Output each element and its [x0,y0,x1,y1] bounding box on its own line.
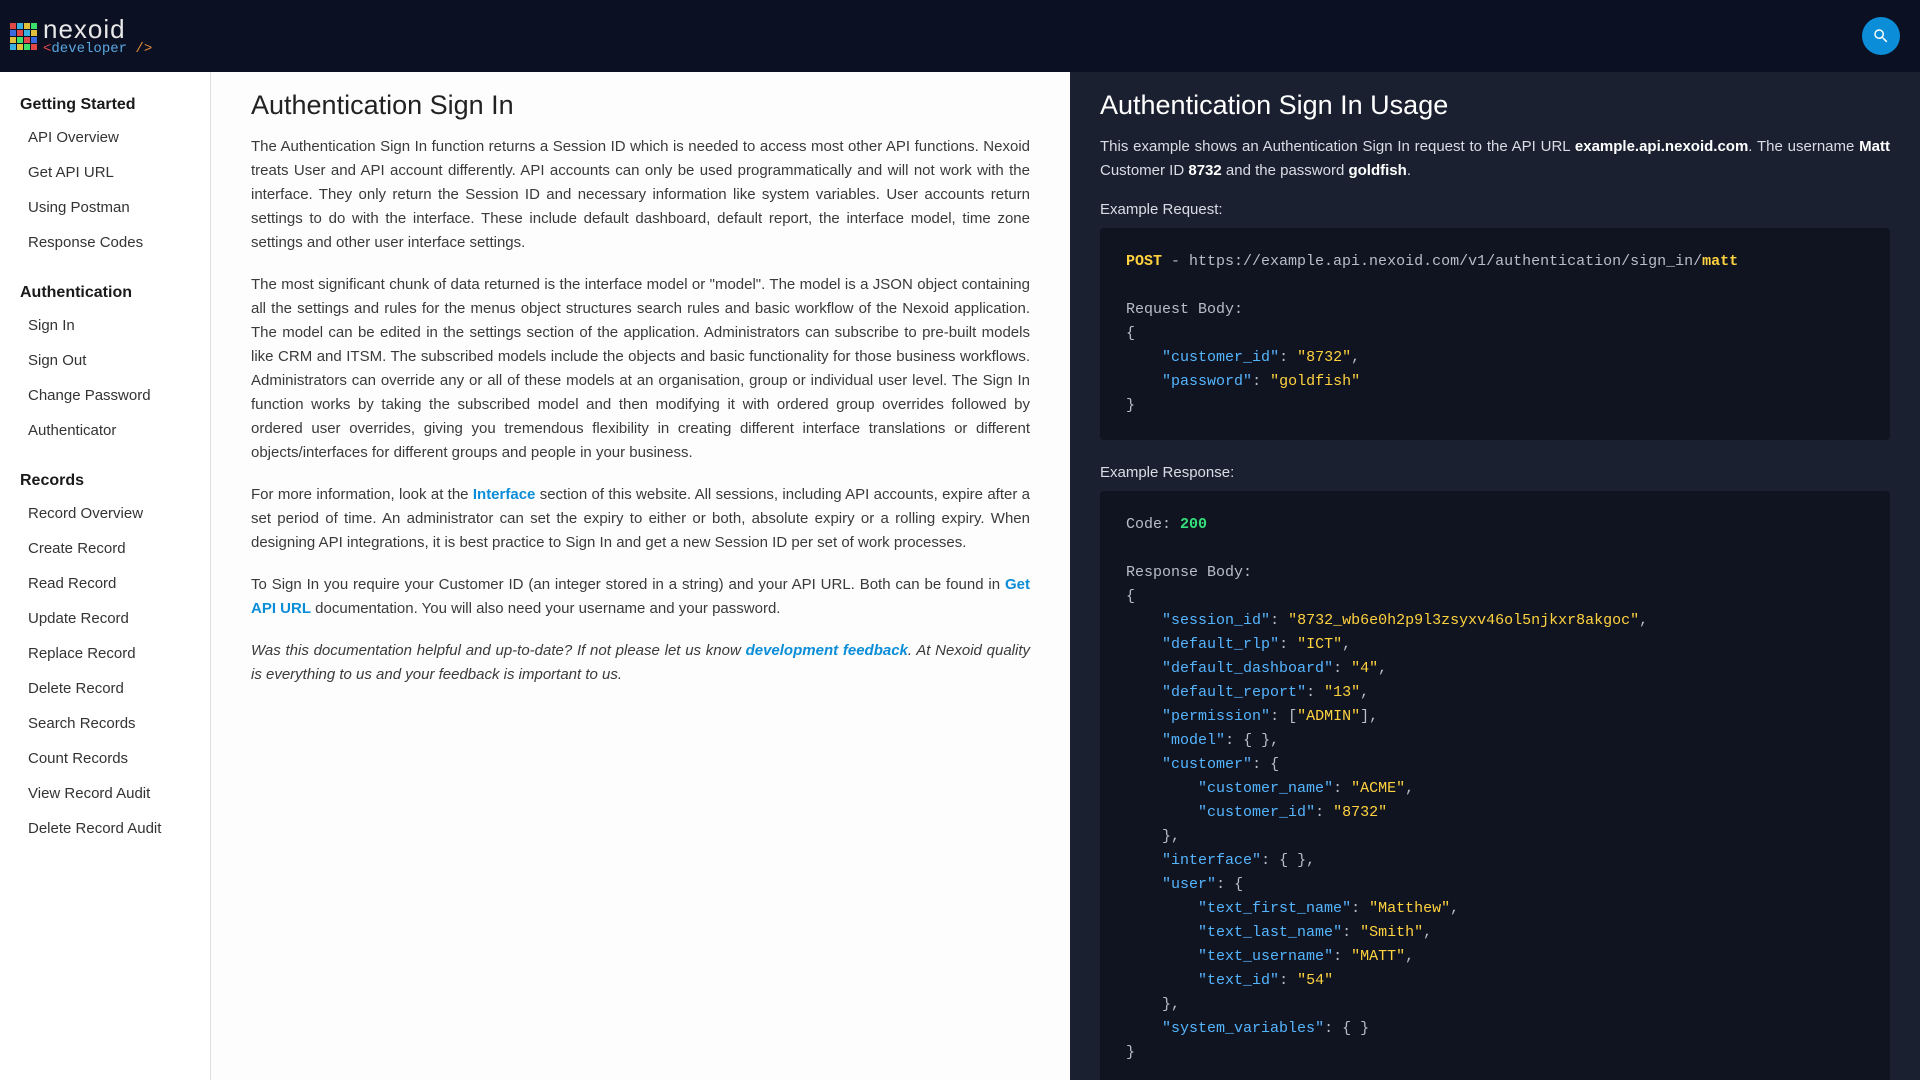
usage-title: Authentication Sign In Usage [1100,90,1890,121]
sidebar-item-replace-record[interactable]: Replace Record [10,636,210,671]
usage-panel: Authentication Sign In Usage This exampl… [1070,72,1920,1080]
example-response-label: Example Response: [1100,464,1890,481]
search-button[interactable] [1862,17,1900,55]
sidebar-item-create-record[interactable]: Create Record [10,531,210,566]
sidebar-item-api-overview[interactable]: API Overview [10,120,210,155]
sidebar-nav: Getting Started API Overview Get API URL… [0,72,210,1080]
sidebar-item-sign-in[interactable]: Sign In [10,308,210,343]
sidebar-item-delete-record[interactable]: Delete Record [10,671,210,706]
request-codeblock: POST - https://example.api.nexoid.com/v1… [1100,228,1890,440]
page-title: Authentication Sign In [251,90,1030,121]
sidebar-item-delete-record-audit[interactable]: Delete Record Audit [10,811,210,846]
para-1: The Authentication Sign In function retu… [251,135,1030,255]
nav-section-authentication: Authentication [10,278,210,308]
search-icon [1872,27,1890,45]
sidebar-item-using-postman[interactable]: Using Postman [10,190,210,225]
feedback-note: Was this documentation helpful and up-to… [251,639,1030,687]
para-2: The most significant chunk of data retur… [251,273,1030,465]
sidebar-item-sign-out[interactable]: Sign Out [10,343,210,378]
doc-content: Authentication Sign In The Authenticatio… [210,72,1070,1080]
sidebar-item-view-record-audit[interactable]: View Record Audit [10,776,210,811]
sidebar-item-count-records[interactable]: Count Records [10,741,210,776]
para-4: To Sign In you require your Customer ID … [251,573,1030,621]
example-request-label: Example Request: [1100,201,1890,218]
sidebar-item-record-overview[interactable]: Record Overview [10,496,210,531]
usage-intro: This example shows an Authentication Sig… [1100,135,1890,183]
sidebar-item-read-record[interactable]: Read Record [10,566,210,601]
sidebar-item-search-records[interactable]: Search Records [10,706,210,741]
brand-logo[interactable]: nexoid <developer /> [10,16,152,56]
sidebar-item-change-password[interactable]: Change Password [10,378,210,413]
sidebar-item-authenticator[interactable]: Authenticator [10,413,210,448]
para-3: For more information, look at the Interf… [251,483,1030,555]
interface-link[interactable]: Interface [473,486,536,503]
brand-tagline: <developer /> [43,42,152,56]
nav-section-getting-started: Getting Started [10,90,210,120]
sidebar-item-update-record[interactable]: Update Record [10,601,210,636]
logo-grid-icon [10,23,37,50]
sidebar-item-response-codes[interactable]: Response Codes [10,225,210,260]
sidebar-item-get-api-url[interactable]: Get API URL [10,155,210,190]
response-codeblock: Code: 200 Response Body: { "session_id":… [1100,491,1890,1080]
development-feedback-link[interactable]: development feedback [746,642,908,659]
header: nexoid <developer /> [0,0,1920,72]
brand-name: nexoid [43,16,152,42]
nav-section-records: Records [10,466,210,496]
